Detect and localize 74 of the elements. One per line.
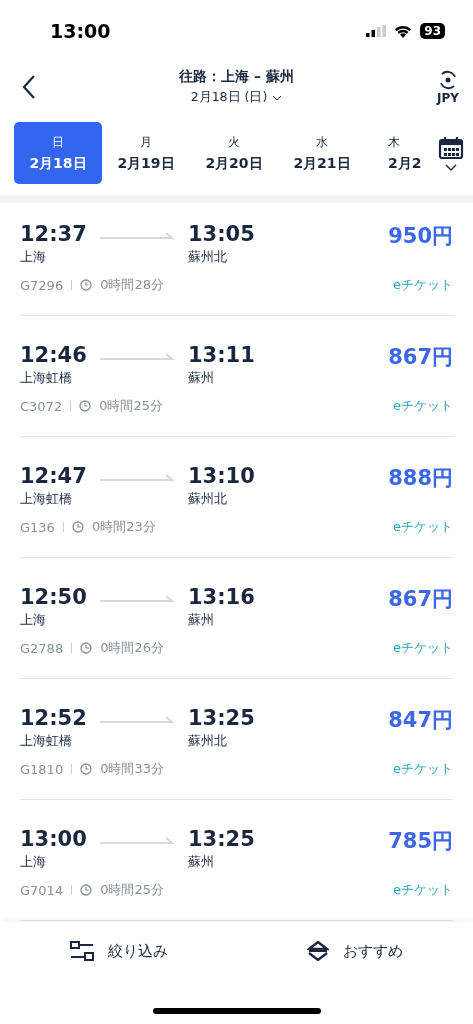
ticket-price: 888円 [388,465,453,492]
departure-time: 12:37 [20,222,88,246]
battery-level: 93 [420,23,445,39]
ticket-price: 950円 [388,223,453,250]
travel-duration: 0時間26分 [100,639,164,657]
train-number: G7296 [20,277,64,293]
date-tab[interactable]: 日 2月18日 [14,122,102,184]
train-number: G136 [20,519,55,535]
e-ticket-label: eチケット [393,276,453,294]
currency-button[interactable]: JPY [437,69,459,105]
travel-duration: 0時間25分 [99,397,163,415]
arrival-time: 13:11 [188,343,256,367]
departure-time: 12:46 [20,343,88,367]
chevron-down-icon [272,94,283,101]
date-tab[interactable]: 月 2月19日 [102,122,190,184]
ticket-price: 867円 [388,344,453,371]
date-tab[interactable]: 木 2月2 [366,122,429,184]
back-icon[interactable] [22,74,36,100]
departure-station: 上海虹橋 [20,490,73,508]
ticket-price: 785円 [388,828,453,855]
clock-icon [80,642,93,654]
arrival-station: 蘇州北 [188,248,228,266]
departure-station: 上海虹橋 [20,732,73,750]
clock-icon [80,884,93,896]
clock: 13:00 [50,20,111,42]
arrival-station: 蘇州北 [188,732,228,750]
date-tab[interactable]: 水 2月21日 [278,122,366,184]
arrival-station: 蘇州北 [188,490,228,508]
train-number: G2788 [20,640,64,656]
sort-button[interactable]: おすすめ [301,940,410,962]
train-number: G1810 [20,761,64,777]
ticket-price: 867円 [388,586,453,613]
signal-icon [366,25,387,37]
e-ticket-label: eチケット [393,518,453,536]
departure-station: 上海 [20,248,47,266]
arrival-time: 13:25 [188,827,256,851]
departure-time: 12:47 [20,464,88,488]
clock-icon [79,400,92,412]
date-tab[interactable]: 火 2月20日 [190,122,278,184]
travel-duration: 0時間33分 [100,760,164,778]
clock-icon [80,279,93,291]
e-ticket-label: eチケット [393,639,453,657]
arrival-station: 蘇州 [188,369,215,387]
departure-time: 12:52 [20,706,88,730]
travel-duration: 0時間23分 [91,518,156,536]
arrival-time: 13:25 [188,706,256,730]
arrival-station: 蘇州 [188,853,215,871]
arrival-time: 13:10 [188,464,256,488]
e-ticket-label: eチケット [393,760,453,778]
clock-icon [80,763,93,775]
arrival-station: 蘇州 [188,611,215,629]
clock-icon [71,521,84,533]
filter-icon [69,941,94,961]
travel-duration: 0時間28分 [100,276,164,294]
e-ticket-label: eチケット [393,881,453,899]
departure-station: 上海虹橋 [20,369,73,387]
departure-time: 12:50 [20,585,88,609]
date-selector[interactable]: 2月18日 (日) [190,89,283,106]
filter-button[interactable]: 絞り込み [63,940,174,962]
train-number: G7014 [20,882,64,898]
wifi-icon [394,24,413,38]
ticket-price: 847円 [388,707,453,734]
train-number: C3072 [20,398,63,414]
chevron-down-icon [445,163,457,171]
route-title: 往路：上海 – 蘇州 [179,68,294,86]
departure-station: 上海 [20,853,47,871]
arrival-time: 13:16 [188,585,256,609]
calendar-icon [438,135,464,160]
arrival-time: 13:05 [188,222,256,246]
departure-station: 上海 [20,611,47,629]
e-ticket-label: eチケット [393,397,453,415]
sort-icon [307,941,330,961]
departure-time: 13:00 [20,827,88,851]
travel-duration: 0時間25分 [100,881,164,899]
